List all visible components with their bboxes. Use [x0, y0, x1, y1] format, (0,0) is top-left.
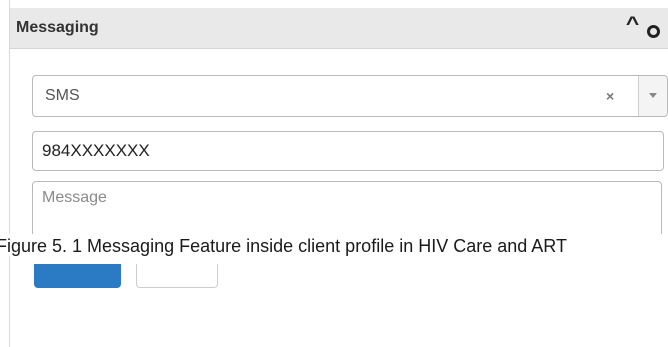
send-button[interactable] — [34, 264, 121, 288]
dropdown-toggle[interactable] — [638, 76, 667, 116]
clear-icon[interactable]: × — [606, 88, 614, 104]
messaging-panel: Messaging ^ SMS × — [9, 0, 668, 347]
channel-select[interactable]: SMS × — [32, 75, 668, 117]
phone-number-input[interactable] — [32, 131, 664, 171]
caption-band: Figure 5. 1 Messaging Feature inside cli… — [0, 234, 668, 256]
message-textarea[interactable] — [32, 181, 662, 237]
figure-caption: Figure 5. 1 Messaging Feature inside cli… — [0, 236, 567, 256]
chevron-up-icon[interactable]: ^ — [626, 14, 639, 36]
channel-select-value: SMS — [45, 87, 80, 104]
caret-down-icon — [649, 93, 657, 98]
panel-header: Messaging ^ — [10, 8, 668, 49]
cancel-button[interactable] — [136, 264, 218, 288]
circle-close-icon[interactable] — [647, 25, 660, 38]
panel-title: Messaging — [16, 19, 99, 36]
